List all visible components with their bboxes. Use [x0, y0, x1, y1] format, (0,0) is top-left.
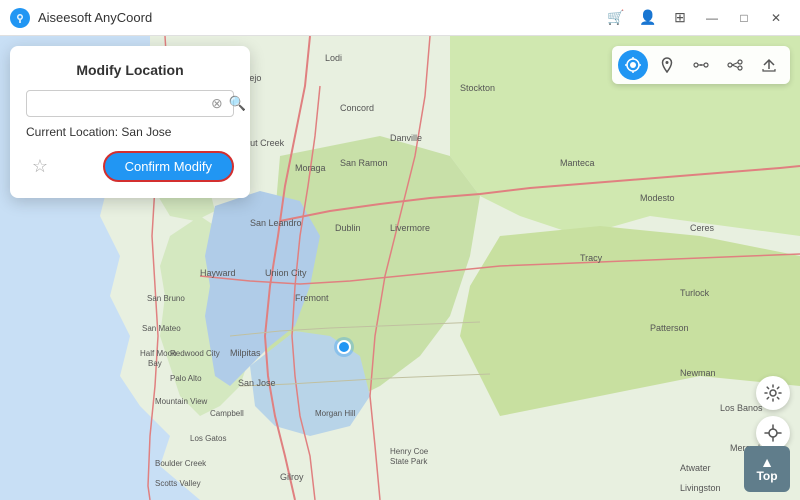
svg-text:Boulder Creek: Boulder Creek [155, 459, 207, 468]
zoom-controls [756, 376, 790, 450]
confirm-modify-button[interactable]: Confirm Modify [103, 151, 234, 182]
titlebar-controls: 🛒 👤 ⊞ — □ ✕ [602, 4, 790, 32]
svg-text:San Jose: San Jose [238, 378, 276, 388]
svg-text:Milpitas: Milpitas [230, 348, 261, 358]
multi-route-button[interactable] [720, 50, 750, 80]
pin-mode-button[interactable] [652, 50, 682, 80]
current-location-label: Current Location: [26, 125, 121, 139]
svg-text:Lodi: Lodi [325, 53, 342, 63]
svg-text:Redwood City: Redwood City [170, 349, 220, 358]
main-content: Lodi Vallejo Concord Stockton Walnut Cre… [0, 36, 800, 500]
location-pin [337, 340, 351, 354]
svg-text:Union City: Union City [265, 268, 307, 278]
user-icon[interactable]: 👤 [634, 4, 662, 32]
svg-text:San Leandro: San Leandro [250, 218, 302, 228]
search-row: ⊗ 🔍 [26, 90, 234, 117]
svg-text:Newman: Newman [680, 368, 716, 378]
minimize-button[interactable]: — [698, 4, 726, 32]
svg-text:San Bruno: San Bruno [147, 294, 185, 303]
bottom-row: ☆ Confirm Modify [26, 151, 234, 182]
svg-text:Danville: Danville [390, 133, 422, 143]
locate-me-button[interactable] [756, 416, 790, 450]
star-icon: ☆ [32, 156, 48, 177]
svg-text:Palo Alto: Palo Alto [170, 374, 202, 383]
svg-text:Henry Coe: Henry Coe [390, 447, 429, 456]
svg-text:Scotts Valley: Scotts Valley [155, 479, 201, 488]
svg-text:San Mateo: San Mateo [142, 324, 181, 333]
export-button[interactable] [754, 50, 784, 80]
search-icon[interactable]: 🔍 [229, 95, 246, 112]
svg-text:Gilroy: Gilroy [280, 472, 304, 482]
location-search-input[interactable] [35, 96, 211, 111]
svg-text:Concord: Concord [340, 103, 374, 113]
svg-text:Ceres: Ceres [690, 223, 715, 233]
svg-text:Los Gatos: Los Gatos [190, 434, 226, 443]
current-location-text: Current Location: San Jose [26, 125, 234, 139]
svg-text:Livermore: Livermore [390, 223, 430, 233]
svg-text:Moraga: Moraga [295, 163, 326, 173]
route-mode-button[interactable] [686, 50, 716, 80]
scroll-to-top-button[interactable]: ▲ Top [744, 446, 790, 492]
windows-icon[interactable]: ⊞ [666, 4, 694, 32]
panel-title: Modify Location [26, 62, 234, 78]
svg-text:Campbell: Campbell [210, 409, 244, 418]
svg-text:Mountain View: Mountain View [155, 397, 208, 406]
location-mode-button[interactable] [618, 50, 648, 80]
svg-text:Stockton: Stockton [460, 83, 495, 93]
svg-text:Tracy: Tracy [580, 253, 603, 263]
svg-text:Patterson: Patterson [650, 323, 689, 333]
settings-map-button[interactable] [756, 376, 790, 410]
modify-location-panel: Modify Location ⊗ 🔍 Current Location: Sa… [10, 46, 250, 198]
svg-text:Atwater: Atwater [680, 463, 711, 473]
svg-text:Hayward: Hayward [200, 268, 236, 278]
svg-text:Dublin: Dublin [335, 223, 361, 233]
app-logo [10, 8, 30, 28]
favorite-button[interactable]: ☆ [26, 153, 54, 181]
clear-search-icon[interactable]: ⊗ [211, 95, 223, 112]
search-icons: ⊗ 🔍 [211, 95, 246, 112]
current-location-value: San Jose [121, 125, 171, 139]
svg-text:Fremont: Fremont [295, 293, 329, 303]
svg-text:Manteca: Manteca [560, 158, 595, 168]
svg-text:Bay: Bay [148, 359, 162, 368]
close-button[interactable]: ✕ [762, 4, 790, 32]
app-title: Aiseesoft AnyCoord [38, 10, 602, 25]
svg-text:State Park: State Park [390, 457, 428, 466]
maximize-button[interactable]: □ [730, 4, 758, 32]
svg-text:San Ramon: San Ramon [340, 158, 388, 168]
svg-text:Morgan Hill: Morgan Hill [315, 409, 356, 418]
svg-text:Modesto: Modesto [640, 193, 675, 203]
top-arrow-icon: ▲ [760, 455, 774, 469]
cart-icon[interactable]: 🛒 [602, 4, 630, 32]
svg-text:Livingston: Livingston [680, 483, 721, 493]
top-label: Top [756, 469, 777, 483]
titlebar: Aiseesoft AnyCoord 🛒 👤 ⊞ — □ ✕ [0, 0, 800, 36]
map-toolbar [612, 46, 790, 84]
svg-text:Turlock: Turlock [680, 288, 710, 298]
